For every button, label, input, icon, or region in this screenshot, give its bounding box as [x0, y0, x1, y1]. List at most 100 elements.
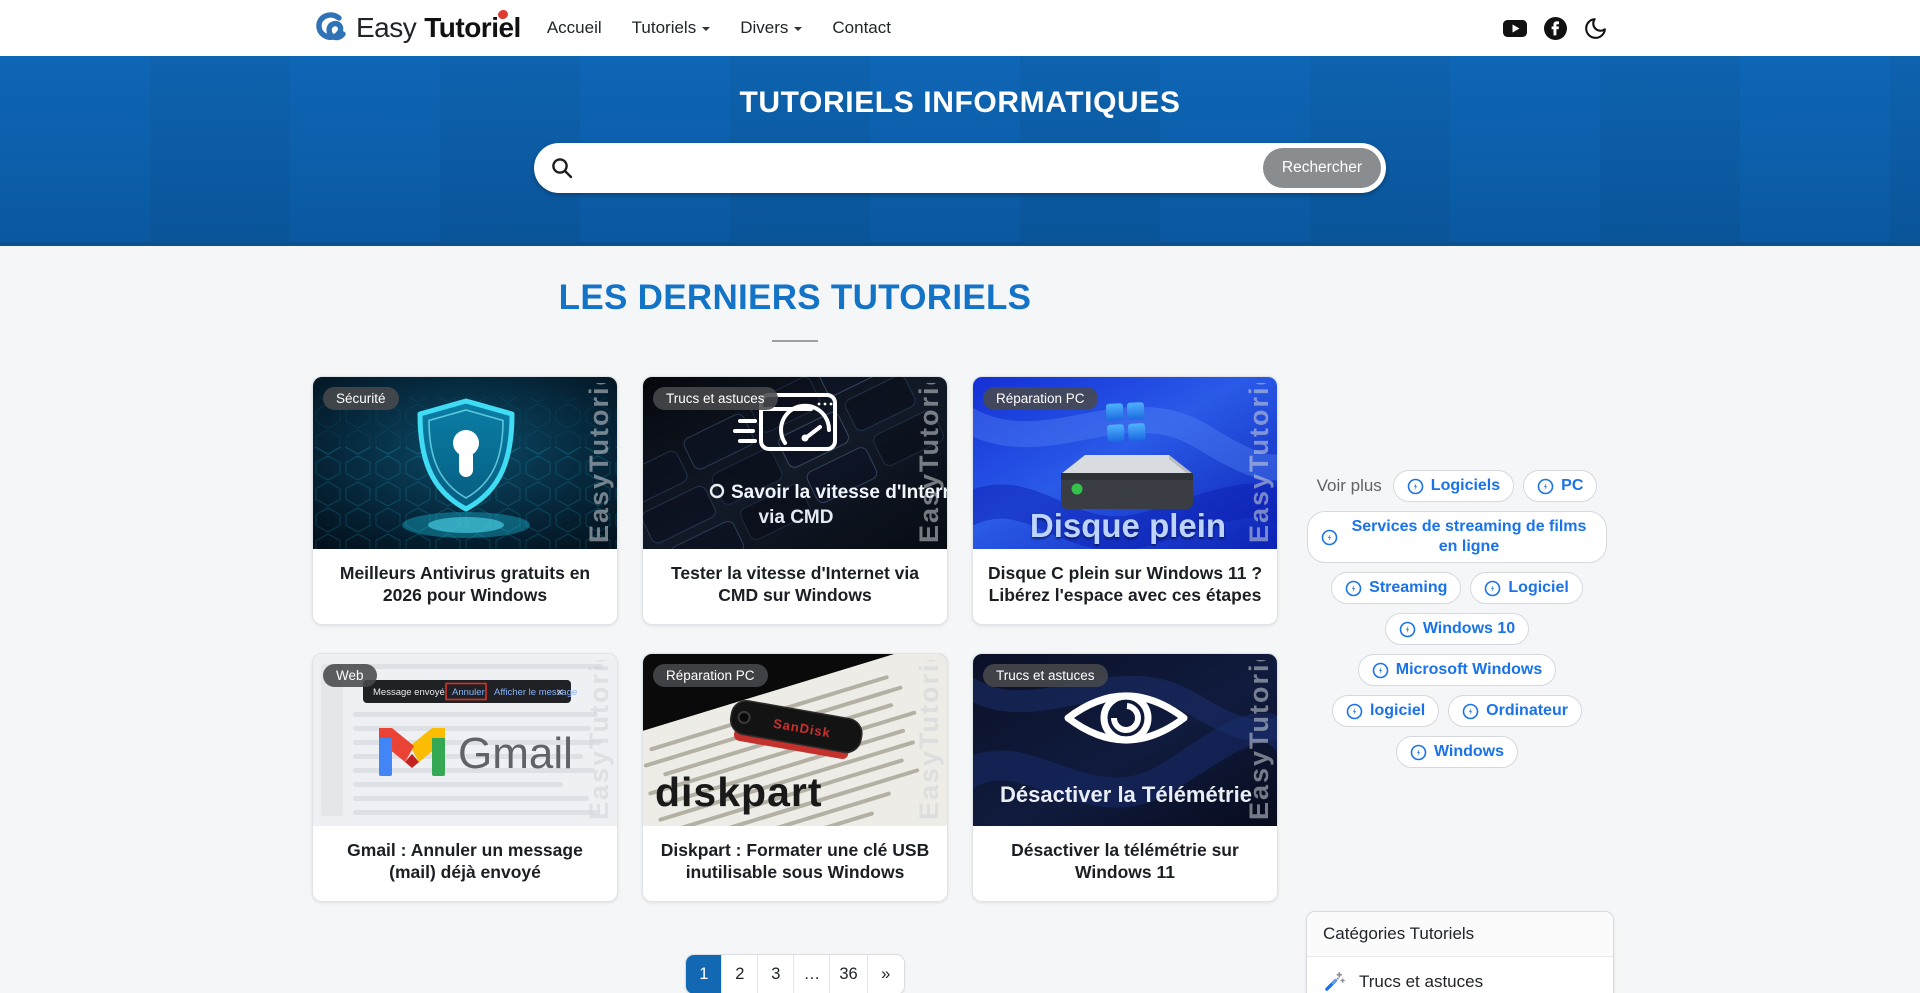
- svg-text:Disque plein: Disque plein: [1030, 507, 1226, 544]
- card-antivirus[interactable]: Sécurité: [312, 376, 618, 625]
- categories-header: Catégories Tutoriels: [1307, 912, 1613, 957]
- tag-windows-10[interactable]: Windows 10: [1385, 613, 1529, 645]
- card-telemetrie[interactable]: Trucs et astuces: [972, 653, 1278, 902]
- plus-circle-icon: [1462, 703, 1479, 720]
- svg-text:Annuler: Annuler: [452, 687, 485, 698]
- image-watermark: EasyTutoriel: [584, 660, 615, 820]
- card-disque-plein[interactable]: Réparation PC: [972, 376, 1278, 625]
- plus-circle-icon: [1372, 662, 1389, 679]
- tag-label: Windows 10: [1423, 619, 1515, 639]
- card-title: Désactiver la télémétrie sur Windows 11: [985, 839, 1265, 884]
- navbar-inner: EasyTutoriel Accueil Tutoriels Divers Co…: [312, 10, 1608, 46]
- nav-link-tutoriels[interactable]: Tutoriels: [632, 18, 711, 38]
- chevron-down-icon: [794, 27, 802, 35]
- svg-text:Message envoyé: Message envoyé: [373, 687, 445, 698]
- svg-text:Gmail: Gmail: [458, 729, 573, 778]
- moon-dark-mode-icon[interactable]: [1583, 16, 1608, 41]
- nav-link-accueil[interactable]: Accueil: [547, 18, 602, 38]
- nav-link-divers[interactable]: Divers: [740, 18, 802, 38]
- pagination-group: 1 2 3 … 36 »: [685, 954, 904, 993]
- nav-link-label: Accueil: [547, 18, 602, 38]
- tag-logiciel[interactable]: Logiciel: [1470, 572, 1582, 604]
- search-input[interactable]: [582, 148, 1263, 188]
- youtube-icon[interactable]: [1502, 15, 1528, 41]
- tag-label: Windows: [1434, 742, 1504, 762]
- page-3[interactable]: 3: [758, 955, 794, 993]
- category-badge: Sécurité: [323, 387, 399, 410]
- card-thumbnail: Sécurité: [313, 377, 617, 549]
- logo-text-easy: Easy: [356, 12, 416, 44]
- category-badge: Trucs et astuces: [653, 387, 778, 410]
- tag-pc[interactable]: PC: [1523, 470, 1597, 502]
- plus-circle-icon: [1346, 703, 1363, 720]
- categories-panel: Catégories Tutoriels Trucs et astuces: [1306, 911, 1614, 993]
- search-icon: [550, 156, 574, 180]
- card-body: Diskpart : Formater une clé USB inutilis…: [643, 826, 947, 901]
- nav-links: Accueil Tutoriels Divers Contact: [547, 18, 891, 38]
- tag-label: Microsoft Windows: [1396, 660, 1543, 680]
- card-title: Tester la vitesse d'Internet via CMD sur…: [655, 562, 935, 607]
- pagination: 1 2 3 … 36 »: [312, 954, 1278, 993]
- tag-streaming-services[interactable]: Services de streaming de films en ligne: [1307, 511, 1607, 563]
- card-body: Désactiver la télémétrie sur Windows 11: [973, 826, 1277, 901]
- plus-circle-icon: [1345, 580, 1362, 597]
- tag-cloud: Voir plus Logiciels PC Services de strea…: [1306, 470, 1608, 768]
- tag-streaming[interactable]: Streaming: [1331, 572, 1461, 604]
- card-diskpart[interactable]: Réparation PC: [642, 653, 948, 902]
- facebook-icon[interactable]: [1543, 16, 1568, 41]
- category-badge: Réparation PC: [983, 387, 1098, 410]
- search-bar: Rechercher: [534, 143, 1386, 193]
- image-watermark: EasyTutoriel: [1244, 383, 1275, 543]
- card-thumbnail: Web: [313, 654, 617, 826]
- navbar: EasyTutoriel Accueil Tutoriels Divers Co…: [0, 0, 1920, 56]
- plus-circle-icon: [1484, 580, 1501, 597]
- card-body: Gmail : Annuler un message (mail) déjà e…: [313, 826, 617, 901]
- hero-section: TUTORIELS INFORMATIQUES Rechercher: [0, 56, 1920, 246]
- card-gmail[interactable]: Web: [312, 653, 618, 902]
- articles-column: LES DERNIERS TUTORIELS Sécurité: [312, 246, 1278, 993]
- plus-circle-icon: [1399, 621, 1416, 638]
- card-body: Meilleurs Antivirus gratuits en 2026 pou…: [313, 549, 617, 624]
- page-1[interactable]: 1: [686, 955, 722, 993]
- category-item-trucs-et-astuces[interactable]: Trucs et astuces: [1307, 957, 1613, 993]
- image-watermark: EasyTutoriel: [584, 383, 615, 543]
- tag-logiciels[interactable]: Logiciels: [1393, 470, 1514, 502]
- tag-microsoft-windows[interactable]: Microsoft Windows: [1358, 654, 1557, 686]
- card-title: Diskpart : Formater une clé USB inutilis…: [655, 839, 935, 884]
- nav-link-label: Contact: [832, 18, 891, 38]
- search-button[interactable]: Rechercher: [1263, 148, 1381, 188]
- page-next[interactable]: »: [868, 955, 904, 993]
- tag-label: logiciel: [1370, 701, 1425, 721]
- plus-circle-icon: [1410, 744, 1427, 761]
- tag-windows[interactable]: Windows: [1396, 736, 1518, 768]
- plus-circle-icon: [1537, 478, 1554, 495]
- card-thumbnail: Réparation PC: [643, 654, 947, 826]
- card-thumbnail: Réparation PC: [973, 377, 1277, 549]
- page-2[interactable]: 2: [722, 955, 758, 993]
- tag-label: PC: [1561, 476, 1583, 496]
- category-item-label: Trucs et astuces: [1359, 972, 1483, 992]
- tag-logiciel-lowercase[interactable]: logiciel: [1332, 695, 1439, 727]
- svg-text:via CMD: via CMD: [759, 507, 834, 528]
- nav-link-contact[interactable]: Contact: [832, 18, 891, 38]
- sidebar: Voir plus Logiciels PC Services de strea…: [1306, 246, 1608, 993]
- tag-label: Logiciel: [1508, 578, 1568, 598]
- card-thumbnail: Trucs et astuces: [643, 377, 947, 549]
- card-title: Meilleurs Antivirus gratuits en 2026 pou…: [325, 562, 605, 607]
- chevron-down-icon: [702, 27, 710, 35]
- site-logo[interactable]: EasyTutoriel: [312, 10, 521, 46]
- nav-social-icons: [1502, 15, 1608, 41]
- plus-circle-icon: [1407, 478, 1424, 495]
- card-body: Disque C plein sur Windows 11 ? Libérez …: [973, 549, 1277, 624]
- card-vitesse-internet[interactable]: Trucs et astuces: [642, 376, 948, 625]
- tag-label: Ordinateur: [1486, 701, 1568, 721]
- tag-label: Services de streaming de films en ligne: [1345, 517, 1593, 557]
- logo-icon: [312, 10, 348, 46]
- magic-wand-icon: [1323, 970, 1346, 993]
- image-watermark: EasyTutoriel: [914, 660, 945, 820]
- nav-link-label: Tutoriels: [632, 18, 697, 38]
- nav-link-label: Divers: [740, 18, 788, 38]
- tag-ordinateur[interactable]: Ordinateur: [1448, 695, 1582, 727]
- category-badge: Trucs et astuces: [983, 664, 1108, 687]
- page-36[interactable]: 36: [830, 955, 867, 993]
